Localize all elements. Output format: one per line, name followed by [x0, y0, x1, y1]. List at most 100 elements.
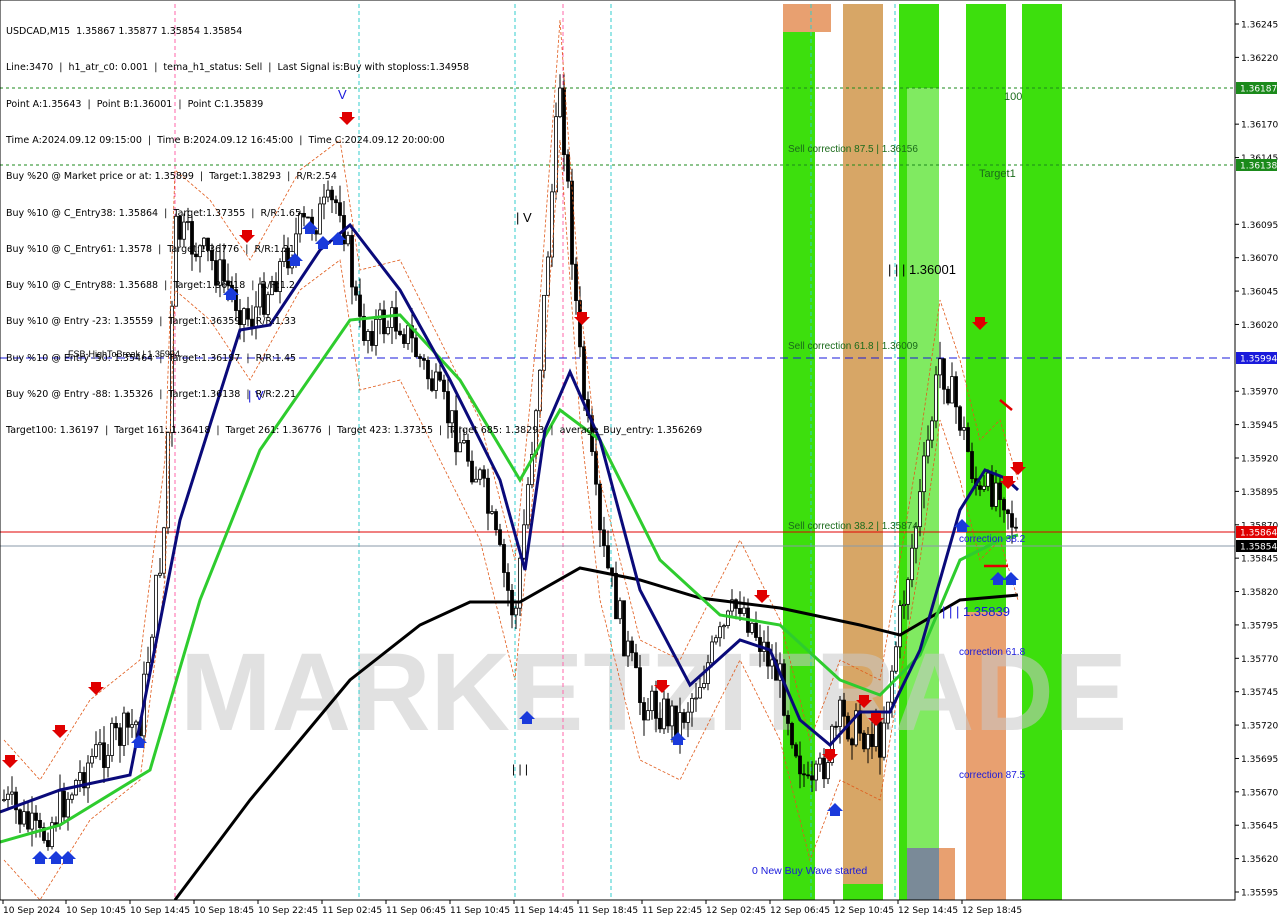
price-tick-label: 1.35820	[1241, 588, 1278, 598]
candle-body	[674, 705, 678, 737]
candle-body	[30, 812, 34, 830]
candle-body	[818, 757, 822, 765]
candle-body	[10, 791, 14, 795]
indicator-info-panel: USDCAD,M15 1.35867 1.35877 1.35854 1.358…	[6, 2, 702, 449]
candle-body	[834, 725, 838, 728]
candle-body	[638, 667, 642, 703]
candle-body	[678, 712, 682, 737]
candle-body	[866, 733, 870, 750]
candle-body	[714, 637, 718, 643]
chart-annotation: correction 61.8	[959, 647, 1026, 658]
candle-body	[622, 600, 626, 657]
candle-body	[782, 663, 786, 716]
candle-body	[910, 547, 914, 581]
time-tick-label: 10 Sep 22:45	[258, 906, 318, 916]
candle-body	[502, 544, 506, 573]
price-tick-label: 1.35670	[1241, 788, 1278, 798]
candle-body	[954, 376, 958, 408]
candle-body	[650, 690, 654, 712]
candle-body	[618, 600, 622, 620]
orange-zone	[783, 4, 831, 32]
time-tick-label: 10 Sep 10:45	[66, 906, 126, 916]
candle-body	[718, 626, 722, 639]
chart-annotation: correction 38.2	[959, 534, 1026, 545]
candle-body	[70, 794, 74, 800]
candle-body	[786, 714, 790, 724]
candle-body	[918, 491, 922, 528]
chart-annotation: | | |	[512, 762, 528, 776]
info-line: Time A:2024.09.12 09:15:00 | Time B:2024…	[6, 135, 445, 147]
candle-body	[806, 774, 810, 777]
chart-annotation: 100	[1004, 91, 1022, 103]
info-line: Buy %20 @ Entry -88: 1.35326 | Target:1.…	[6, 389, 297, 400]
price-tag-label: 1.36187	[1240, 85, 1277, 95]
candle-body	[722, 625, 726, 628]
candle-body	[878, 721, 882, 758]
candle-body	[998, 482, 1002, 500]
chart-annotation: 0 New Buy Wave started	[752, 865, 867, 877]
green-zone	[1022, 4, 1062, 900]
chart-annotation: Sell correction 87.5 | 1.36156	[788, 144, 918, 155]
price-tick-label: 1.36045	[1241, 288, 1278, 298]
candle-body	[950, 376, 954, 404]
price-tick-label: 1.35920	[1241, 455, 1278, 465]
time-tick-label: 12 Sep 02:45	[706, 906, 766, 916]
candle-body	[750, 622, 754, 633]
chart-annotation: correction 87.5	[959, 770, 1026, 781]
time-tick-label: 11 Sep 06:45	[386, 906, 446, 916]
candle-body	[154, 574, 158, 638]
candle-body	[598, 483, 602, 531]
price-tick-label: 1.36070	[1241, 254, 1278, 264]
candle-body	[994, 482, 998, 507]
time-tick-label: 12 Sep 14:45	[898, 906, 958, 916]
candle-body	[22, 811, 26, 825]
time-tick-label: 10 Sep 14:45	[130, 906, 190, 916]
gray-zone	[907, 848, 939, 900]
candle-body	[606, 545, 610, 569]
candle-body	[666, 698, 670, 727]
chart-annotation: | | | 1.36001	[888, 262, 956, 277]
candle-body	[470, 460, 474, 483]
price-tick-label: 1.35620	[1241, 855, 1278, 865]
candle-body	[702, 683, 706, 688]
info-line: Buy %10 @ Entry -50: 1.35464 | Target:1.…	[6, 352, 297, 364]
candle-body	[162, 527, 166, 574]
info-line: Buy %10 @ Entry -23: 1.35559 | Target:1.…	[6, 316, 297, 328]
candle-body	[26, 811, 30, 830]
time-tick-label: 11 Sep 18:45	[578, 906, 638, 916]
candle-body	[38, 819, 42, 828]
price-tick-label: 1.35945	[1241, 421, 1278, 431]
price-tag-label: 1.36138	[1240, 162, 1277, 172]
candle-body	[926, 439, 930, 457]
price-tick-label: 1.36245	[1241, 21, 1278, 31]
candle-body	[898, 605, 902, 648]
candle-body	[634, 652, 638, 669]
price-tick-label: 1.36170	[1241, 121, 1278, 131]
time-axis-bg	[0, 900, 1280, 920]
time-tick-label: 11 Sep 02:45	[322, 906, 382, 916]
info-line: Buy %20 @ Market price or at: 1.35899 | …	[6, 171, 337, 183]
candle-body	[970, 451, 974, 480]
candle-body	[626, 640, 630, 657]
candle-body	[838, 699, 842, 727]
price-tick-label: 1.35645	[1241, 822, 1278, 832]
candle-body	[802, 773, 806, 776]
price-tick-label: 1.35720	[1241, 722, 1278, 732]
candle-body	[514, 607, 518, 616]
time-tick-label: 11 Sep 10:45	[450, 906, 510, 916]
candle-body	[938, 358, 942, 376]
price-tick-label: 1.35795	[1241, 621, 1278, 631]
price-tick-label: 1.35745	[1241, 688, 1278, 698]
candle-body	[694, 697, 698, 700]
candle-body	[490, 511, 494, 514]
candle-body	[34, 812, 38, 821]
candle-body	[934, 374, 938, 422]
candle-body	[662, 698, 666, 730]
candle-body	[826, 762, 830, 780]
price-tick-label: 1.35770	[1241, 655, 1278, 665]
candle-body	[114, 722, 118, 729]
candle-body	[94, 744, 98, 757]
candle-body	[602, 529, 606, 547]
candle-body	[946, 388, 950, 404]
time-tick-label: 12 Sep 18:45	[962, 906, 1022, 916]
